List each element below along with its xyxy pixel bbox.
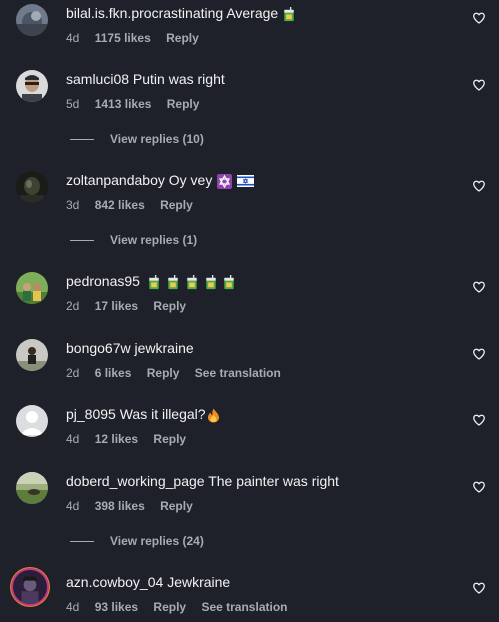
comment-username[interactable]: bongo67w (66, 340, 131, 356)
likes-count[interactable]: 17 likes (95, 299, 138, 313)
heart-icon[interactable] (472, 11, 486, 25)
comment-meta: 4d 12 likes Reply (66, 431, 198, 447)
replies-divider (70, 240, 94, 242)
juice-box-icon (186, 275, 198, 290)
reply-button[interactable]: Reply (160, 499, 193, 513)
juice-box-icon (223, 275, 235, 290)
likes-count[interactable]: 6 likes (95, 366, 132, 380)
avatar[interactable] (16, 272, 48, 304)
comment-meta: 4d 93 likes Reply See translation (66, 599, 299, 615)
likes-count[interactable]: 842 likes (95, 198, 145, 212)
avatar[interactable] (16, 472, 48, 504)
comment-username[interactable]: pj_8095 (66, 406, 116, 422)
view-replies-button[interactable]: View replies (24) (70, 533, 204, 549)
comment-username[interactable]: zoltanpandaboy (66, 172, 165, 188)
comment-username[interactable]: bilal.is.fkn.procrastinating (66, 5, 223, 21)
comment-time: 4d (66, 499, 80, 513)
juice-box-icon (205, 275, 217, 290)
comment-time: 4d (66, 600, 80, 614)
comment-text: Was it illegal? (119, 406, 206, 422)
likes-count[interactable]: 1413 likes (95, 97, 152, 111)
comment-list: bilal.is.fkn.procrastinating Average 4d … (0, 0, 499, 622)
heart-icon[interactable] (472, 480, 486, 494)
comment-username[interactable]: doberd_working_page (66, 473, 205, 489)
juice-box-icon (148, 275, 160, 290)
heart-icon[interactable] (472, 581, 486, 595)
heart-icon[interactable] (472, 413, 486, 427)
reply-button[interactable]: Reply (160, 198, 193, 212)
avatar[interactable] (16, 171, 48, 203)
heart-icon[interactable] (472, 179, 486, 193)
heart-icon[interactable] (472, 78, 486, 92)
reply-button[interactable]: Reply (153, 299, 186, 313)
comment-meta: 2d 17 likes Reply (66, 298, 198, 314)
comment-username[interactable]: azn.cowboy_04 (66, 574, 163, 590)
comment-meta: 5d 1413 likes Reply (66, 96, 211, 112)
reply-button[interactable]: Reply (167, 97, 200, 111)
comment-text: jewkraine (134, 340, 194, 356)
reply-button[interactable]: Reply (153, 432, 186, 446)
comment-text: Putin was right (132, 71, 225, 87)
comment-meta: 4d 1175 likes Reply (66, 30, 211, 46)
juice-box-icon (283, 7, 295, 22)
comment-meta: 2d 6 likes Reply See translation (66, 365, 293, 381)
avatar[interactable] (16, 70, 48, 102)
comment-meta: 4d 398 likes Reply (66, 498, 205, 514)
likes-count[interactable]: 12 likes (95, 432, 138, 446)
comment-time: 3d (66, 198, 80, 212)
comment-text: Jewkraine (167, 574, 231, 590)
star-of-david-icon (217, 173, 233, 189)
heart-icon[interactable] (472, 280, 486, 294)
replies-divider (70, 541, 94, 543)
comment-time: 2d (66, 299, 80, 313)
likes-count[interactable]: 398 likes (95, 499, 145, 513)
see-translation-button[interactable]: See translation (195, 366, 281, 380)
avatar-story-ring[interactable] (13, 570, 47, 604)
avatar[interactable] (16, 4, 48, 36)
israel-flag-icon (237, 175, 255, 188)
comment-time: 4d (66, 432, 80, 446)
comment-meta: 3d 842 likes Reply (66, 197, 205, 213)
heart-icon[interactable] (472, 347, 486, 361)
reply-button[interactable]: Reply (153, 600, 186, 614)
view-replies-button[interactable]: View replies (10) (70, 131, 204, 147)
view-replies-button[interactable]: View replies (1) (70, 232, 197, 248)
see-translation-button[interactable]: See translation (201, 600, 287, 614)
comment-text: The painter was right (208, 473, 339, 489)
replies-divider (70, 139, 94, 141)
comment-time: 5d (66, 97, 80, 111)
comment-time: 4d (66, 31, 80, 45)
juice-box-icon (167, 275, 179, 290)
fire-icon (207, 408, 219, 423)
comment-username[interactable]: pedronas95 (66, 273, 140, 289)
comment-time: 2d (66, 366, 80, 380)
comment-username[interactable]: samluci08 (66, 71, 129, 87)
reply-button[interactable]: Reply (147, 366, 180, 380)
reply-button[interactable]: Reply (166, 31, 199, 45)
likes-count[interactable]: 93 likes (95, 600, 138, 614)
avatar[interactable] (16, 339, 48, 371)
avatar[interactable] (16, 405, 48, 437)
likes-count[interactable]: 1175 likes (95, 31, 151, 45)
comment-text: Oy vey (168, 172, 213, 188)
comment-text: Average (226, 5, 279, 21)
